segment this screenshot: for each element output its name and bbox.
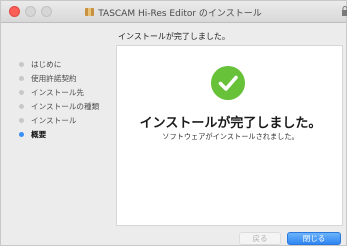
sidebar-item-installation: インストール (19, 113, 114, 127)
steps-sidebar: はじめに 使用許諾契約 インストール先 インストールの種類 インストール 概要 (19, 57, 114, 141)
step-subheader: インストールが完了しました。 (118, 32, 230, 41)
content-pane: インストールが完了しました。 ソフトウェアがインストールされました。 (116, 45, 343, 226)
step-dot-icon (19, 117, 24, 123)
completion-heading: インストールが完了しました。 (139, 116, 322, 131)
sidebar-item-label: インストール (31, 115, 77, 125)
sidebar-item-installation-type: インストールの種類 (19, 99, 114, 113)
step-dot-active-icon (19, 131, 24, 137)
step-dot-icon (19, 89, 24, 95)
sidebar-item-label: 使用許諾契約 (31, 73, 77, 83)
close-button[interactable]: 閉じる (287, 232, 341, 245)
sidebar-item-label: インストールの種類 (31, 101, 100, 111)
sidebar-item-destination: インストール先 (19, 85, 114, 99)
completion-message: ソフトウェアがインストールされました。 (162, 132, 299, 141)
step-dot-icon (19, 103, 24, 109)
lock-icon (342, 6, 347, 16)
installer-window: TASCAM Hi-Res Editor のインストール インストールが完了しま… (0, 0, 347, 246)
sidebar-item-label: インストール先 (31, 87, 85, 97)
sidebar-item-label: 概要 (31, 129, 47, 139)
package-icon (85, 8, 95, 16)
step-dot-icon (19, 61, 24, 67)
window-title-area: TASCAM Hi-Res Editor のインストール (1, 1, 346, 23)
checkmark-circle-icon (211, 66, 245, 100)
title-bar: TASCAM Hi-Res Editor のインストール (1, 1, 347, 23)
back-button[interactable]: 戻る (239, 232, 281, 245)
sidebar-item-license: 使用許諾契約 (19, 71, 114, 85)
sidebar-item-introduction: はじめに (19, 57, 114, 71)
window-title: TASCAM Hi-Res Editor のインストール (98, 8, 262, 19)
sidebar-item-summary: 概要 (19, 127, 114, 141)
step-dot-icon (19, 75, 24, 81)
sidebar-item-label: はじめに (31, 59, 62, 69)
